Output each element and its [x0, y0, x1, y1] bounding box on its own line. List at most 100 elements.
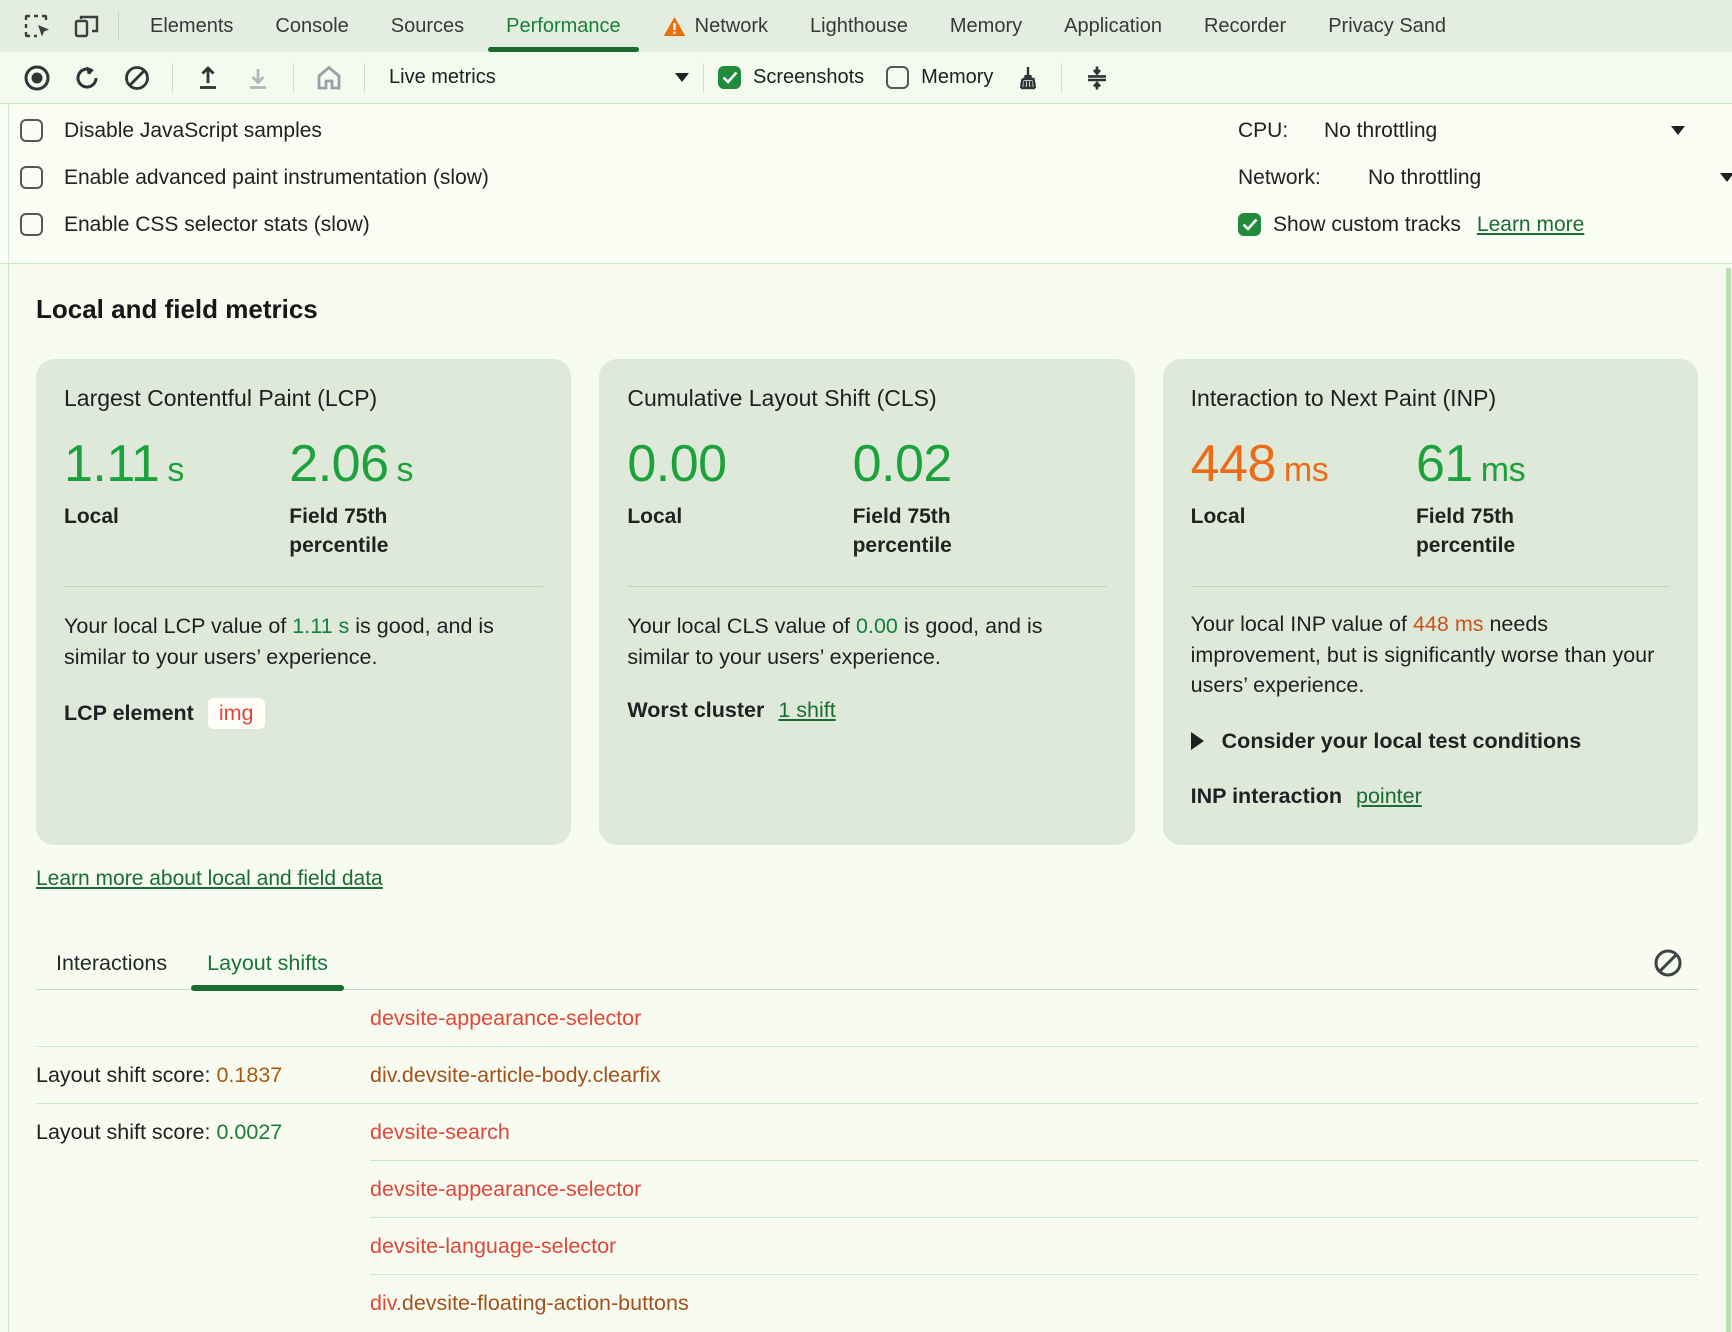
metric-card-title: Largest Contentful Paint (LCP) [64, 385, 543, 412]
collapse-icon[interactable] [1072, 56, 1122, 100]
element-link[interactable]: devsite-appearance-selector [370, 1006, 641, 1031]
memory-checkbox[interactable]: Memory [886, 66, 993, 89]
tab-elements[interactable]: Elements [129, 0, 254, 52]
metric-description: Your local INP value of 448 ms needs imp… [1191, 609, 1670, 701]
card-divider [1191, 586, 1670, 587]
tab-sources[interactable]: Sources [370, 0, 485, 52]
metric-card-inp: Interaction to Next Paint (INP) 448ms Lo… [1163, 359, 1698, 845]
layout-shift-row: devsite-language-selector [36, 1218, 1698, 1275]
network-throttling-select[interactable]: Network: No throttling [1238, 154, 1732, 201]
field-metric-value: 0.02 [853, 434, 1107, 494]
checkbox-unchecked-icon [886, 66, 909, 89]
inp-interaction-label: INP interaction [1191, 784, 1342, 809]
dropdown-caret [675, 73, 689, 82]
layout-shift-row: Layout shift score: 0.0027 devsite-searc… [36, 1104, 1698, 1161]
live-metrics-dropdown[interactable]: Live metrics [389, 66, 689, 89]
active-tab-indicator [488, 47, 639, 52]
tab-interactions[interactable]: Interactions [44, 937, 179, 990]
upload-profile-icon[interactable] [183, 56, 233, 100]
card-divider [627, 586, 1106, 587]
record-button[interactable] [12, 56, 62, 100]
card-divider [64, 586, 543, 587]
element-link[interactable]: devsite-appearance-selector [370, 1177, 641, 1202]
element-link[interactable]: devsite-search [370, 1120, 510, 1145]
disclosure-triangle-icon [1191, 732, 1204, 750]
active-tab-indicator [191, 985, 344, 991]
metric-card-title: Interaction to Next Paint (INP) [1191, 385, 1670, 412]
tab-application[interactable]: Application [1043, 0, 1183, 52]
checkbox-checked-icon [1238, 213, 1261, 236]
panel-left-border [8, 104, 9, 1332]
local-value-block: 1.11s Local [64, 434, 289, 560]
tab-lighthouse[interactable]: Lighthouse [789, 0, 929, 52]
toolbar-separator [1061, 63, 1062, 93]
worst-cluster-link[interactable]: 1 shift [778, 698, 835, 723]
dropdown-caret [1671, 126, 1685, 135]
field-value-block: 2.06s Field 75th percentile [289, 434, 543, 560]
metric-card-title: Cumulative Layout Shift (CLS) [627, 385, 1106, 412]
tabbar-icons [14, 6, 108, 46]
layout-shift-row: devsite-appearance-selector [36, 990, 1698, 1047]
devtools-tabbar: Elements Console Sources Performance Net… [0, 0, 1732, 52]
checkbox-unchecked-icon [20, 119, 43, 142]
show-custom-tracks-checkbox[interactable]: Show custom tracks [1238, 213, 1461, 237]
field-value-block: 0.02 Field 75th percentile [853, 434, 1107, 560]
live-metrics-view: Local and field metrics Largest Contentf… [0, 264, 1732, 1332]
cpu-throttling-select[interactable]: CPU: No throttling [1238, 107, 1732, 154]
checkbox-unchecked-icon [20, 213, 43, 236]
checkbox-unchecked-icon [20, 166, 43, 189]
field-metric-value: 2.06s [289, 434, 543, 494]
toolbar-separator [703, 63, 704, 93]
element-link[interactable]: devsite-floating-action-buttons [402, 1291, 689, 1316]
layout-shift-row: Layout shift score: 0.1837 div.devsite-a… [36, 1047, 1698, 1104]
home-icon[interactable] [304, 56, 354, 100]
field-value-block: 61ms Field 75th percentile [1416, 434, 1670, 560]
scrollbar-track[interactable] [1726, 268, 1731, 1332]
local-value-block: 0.00 Local [627, 434, 852, 560]
device-toolbar-icon[interactable] [64, 6, 108, 46]
element-link[interactable]: div.devsite-article-body.clearfix [370, 1063, 661, 1088]
screenshots-checkbox[interactable]: Screenshots [718, 66, 864, 89]
layout-shift-row: devsite-appearance-selector [36, 1161, 1698, 1218]
learn-more-link[interactable]: Learn more [1477, 213, 1584, 237]
shift-score: Layout shift score: 0.0027 [36, 1120, 370, 1145]
tab-performance[interactable]: Performance [485, 0, 642, 52]
local-metric-value: 448ms [1191, 434, 1416, 494]
tab-privacy-sandbox[interactable]: Privacy Sand [1307, 0, 1467, 52]
performance-settings-pane: Disable JavaScript samples Enable advanc… [0, 104, 1732, 264]
metric-card-cls: Cumulative Layout Shift (CLS) 0.00 Local… [599, 359, 1134, 845]
metric-description: Your local CLS value of 0.00 is good, an… [627, 611, 1106, 672]
warning-icon [663, 16, 686, 37]
broom-icon[interactable] [1001, 56, 1051, 100]
reload-record-button[interactable] [62, 56, 112, 100]
page-title: Local and field metrics [36, 294, 1698, 325]
shift-score: Layout shift score: 0.1837 [36, 1063, 370, 1088]
tab-network[interactable]: Network [642, 0, 789, 52]
tab-memory[interactable]: Memory [929, 0, 1043, 52]
element-link[interactable]: devsite-language-selector [370, 1234, 616, 1259]
local-metric-value: 1.11s [64, 434, 289, 494]
performance-toolbar: Live metrics Screenshots Memory [0, 52, 1732, 104]
element-link[interactable]: div. [370, 1291, 402, 1316]
tab-layout-shifts[interactable]: Layout shifts [195, 937, 340, 990]
worst-cluster-label: Worst cluster [627, 698, 764, 723]
inp-interaction-link[interactable]: pointer [1356, 784, 1422, 809]
toolbar-separator [293, 63, 294, 93]
download-profile-icon[interactable] [233, 56, 283, 100]
learn-more-local-field-link[interactable]: Learn more about local and field data [36, 867, 383, 890]
checkbox-checked-icon [718, 66, 741, 89]
lcp-element-label: LCP element [64, 701, 194, 726]
dropdown-caret [1720, 173, 1732, 182]
lcp-element-link[interactable]: img [208, 698, 265, 729]
clear-log-icon[interactable] [1652, 947, 1684, 985]
logs-tabbar: Interactions Layout shifts [36, 937, 1698, 990]
tab-console[interactable]: Console [254, 0, 369, 52]
live-metrics-label: Live metrics [389, 66, 496, 89]
inspect-icon[interactable] [14, 6, 58, 46]
local-test-conditions-disclosure[interactable]: Consider your local test conditions [1191, 729, 1670, 754]
tabbar-separator [118, 11, 119, 41]
metric-description: Your local LCP value of 1.11 s is good, … [64, 611, 543, 672]
local-metric-value: 0.00 [627, 434, 852, 494]
clear-button[interactable] [112, 56, 162, 100]
tab-recorder[interactable]: Recorder [1183, 0, 1307, 52]
